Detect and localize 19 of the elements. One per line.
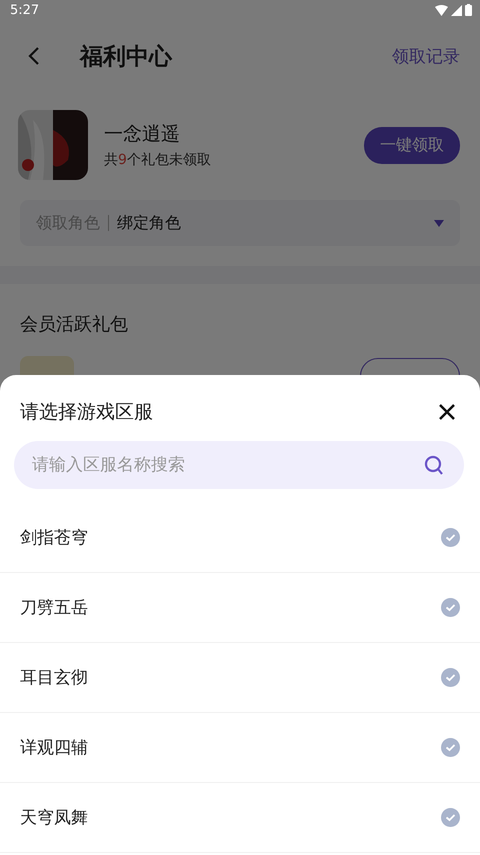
dropdown-icon xyxy=(434,220,444,226)
sheet-title: 请选择游戏区服 xyxy=(20,400,153,425)
close-icon[interactable] xyxy=(438,403,456,421)
server-item[interactable]: 天穹凤舞 xyxy=(0,783,480,853)
section-title: 会员活跃礼包 xyxy=(19,313,129,336)
search-icon[interactable] xyxy=(424,455,444,476)
server-item[interactable]: 刀劈五岳 xyxy=(0,573,480,643)
server-item[interactable]: 详观四辅 xyxy=(0,713,480,783)
wifi-icon xyxy=(435,4,448,16)
signal-icon xyxy=(451,4,462,16)
page-title: 福利中心 xyxy=(80,42,174,72)
search-field[interactable]: 请输入区服名称搜索 xyxy=(14,441,464,489)
server-item[interactable]: 耳目玄彻 xyxy=(0,643,480,713)
status-time: 5:27 xyxy=(10,2,40,18)
gift-count-text: 共9个礼包未领取 xyxy=(104,151,212,169)
battery-icon xyxy=(465,4,472,16)
game-name: 一念逍遥 xyxy=(104,122,181,147)
server-item[interactable]: 剑指苍穹 xyxy=(0,503,480,573)
back-icon[interactable] xyxy=(28,46,40,66)
